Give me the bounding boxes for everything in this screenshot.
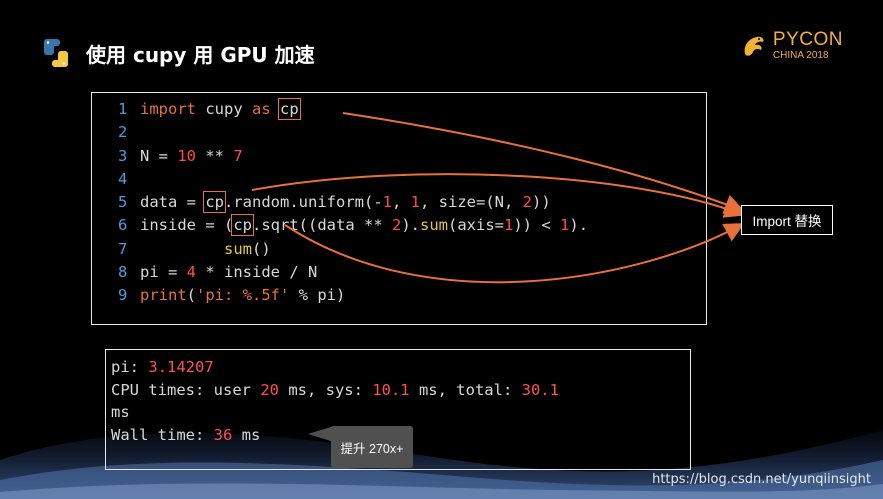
title-row: 使用 cupy 用 GPU 加速 <box>40 36 315 70</box>
dragon-logo-icon <box>744 36 764 56</box>
python-logo-icon <box>44 39 68 67</box>
cp-alias-highlight: cp <box>278 98 301 120</box>
brand-subtitle: CHINA 2018 <box>772 50 829 61</box>
cp-usage-highlight-1: cp <box>203 191 226 214</box>
page-title: 使用 cupy 用 GPU 加速 <box>86 42 315 67</box>
code-line-6: 6 inside = (cp.sqrt((data ** 2).sum(axis=… <box>118 214 589 237</box>
brand-logo: PYCON CHINA 2018 <box>741 30 843 61</box>
watermark: https://blog.csdn.net/yunqiinsight <box>652 472 871 487</box>
tooltip-arrow-icon <box>308 426 334 442</box>
output-line-3: ms <box>111 403 130 421</box>
code-line-4: 4 <box>118 169 128 188</box>
code-line-7: 7 sum() <box>118 239 271 258</box>
code-line-9: 9 print('pi: %.5f' % pi) <box>118 286 346 305</box>
code-line-5: 5 data = cp.random.uniform(-1, 1, size=(N… <box>118 191 551 214</box>
import-replace-callout: Import 替换 <box>741 205 833 235</box>
cp-usage-highlight-2: cp <box>231 214 254 237</box>
output-line-1: pi: 3.14207 <box>111 358 214 376</box>
code-line-8: 8 pi = 4 * inside / N <box>118 263 318 282</box>
code-block: 1 import cupy as cp 2 3N = 10 ** 7 4 5 dat… <box>118 98 588 308</box>
code-line-3: 3N = 10 ** 7 <box>118 146 243 165</box>
code-line-1: 1 import cupy as cp <box>118 98 301 120</box>
slide: 使用 cupy 用 GPU 加速 PYCON CHINA 2018 1 impor… <box>0 0 883 499</box>
brand-name: PYCON <box>772 29 843 50</box>
output-line-4: Wall time: 36 ms <box>111 425 261 444</box>
code-line-2: 2 <box>118 123 128 142</box>
speedup-tooltip: 提升 270x+ <box>331 426 413 468</box>
output-line-2: CPU times: user 20 ms, sys: 10.1 ms, tot… <box>111 380 559 399</box>
